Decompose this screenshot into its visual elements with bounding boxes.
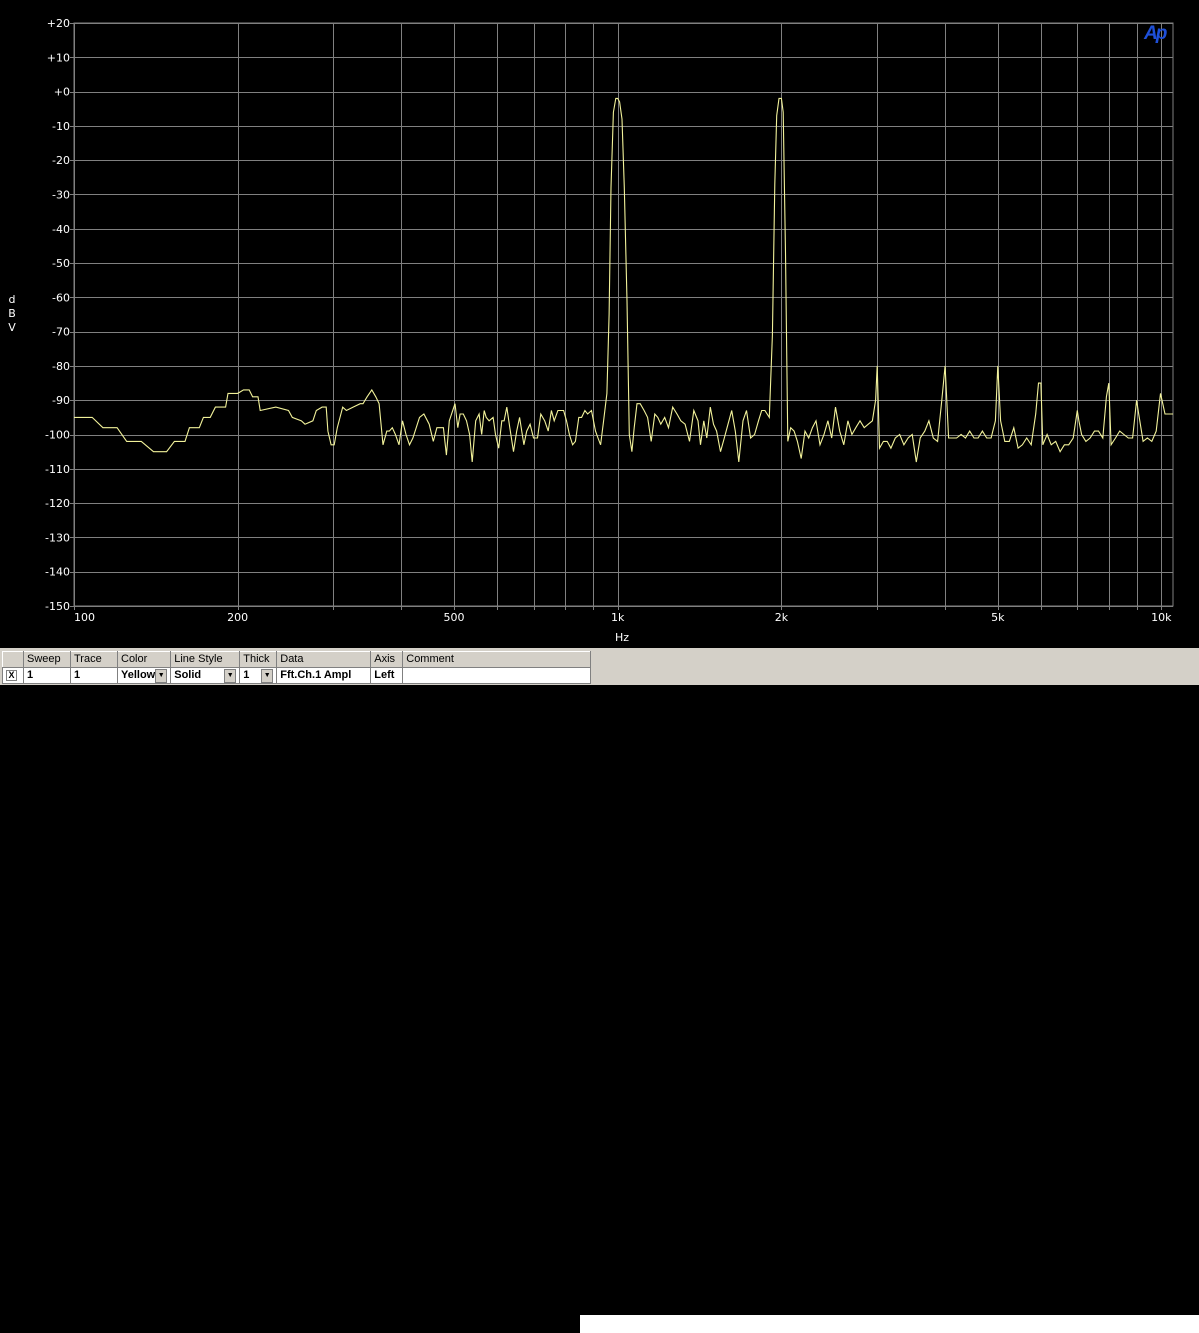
chart-area: +20 +10 +0 -10 -20 -30 -40 -50 -60 -70 -80 -90 -100 -… xyxy=(0,0,1199,648)
trace-enable-checkbox[interactable]: X xyxy=(6,670,17,681)
y-tick-label: -20 xyxy=(52,154,70,167)
x-tick-label: 100 xyxy=(74,611,95,624)
header-check-cell xyxy=(2,651,24,668)
y-tick-label: -100 xyxy=(45,429,70,442)
y-tick-label: +10 xyxy=(47,51,70,64)
y-tick-label: +0 xyxy=(54,86,70,99)
trace-cell[interactable]: 1 xyxy=(70,667,118,684)
header-trace[interactable]: Trace xyxy=(70,651,118,668)
thick-select[interactable]: 1 ▼ xyxy=(239,667,278,684)
ap-logo: Ap xyxy=(1144,23,1167,44)
y-tick-label: -70 xyxy=(52,326,70,339)
y-axis-label-d: d xyxy=(8,293,16,306)
header-thick[interactable]: Thick xyxy=(239,651,278,668)
y-tick-label: +20 xyxy=(47,17,70,30)
legend-row[interactable]: X 1 1 Yellow ▼ Solid ▼ 1 ▼ Fft.Ch.1 Ampl Le… xyxy=(2,667,592,684)
y-tick-label: -10 xyxy=(52,120,70,133)
y-axis-label-b: B xyxy=(8,307,16,320)
y-tick-label: -150 xyxy=(45,600,70,613)
color-value: Yellow xyxy=(121,669,156,681)
chevron-down-icon[interactable]: ▼ xyxy=(261,668,274,683)
line-style-select[interactable]: Solid ▼ xyxy=(170,667,241,684)
line-style-value: Solid xyxy=(174,669,202,681)
header-comment[interactable]: Comment xyxy=(402,651,592,668)
thick-value: 1 xyxy=(243,669,250,681)
y-axis-label-v: V xyxy=(8,321,16,334)
legend-header-row: Sweep Trace Color Line Style Thick Data … xyxy=(2,651,592,668)
x-tick-label: 500 xyxy=(444,611,465,624)
y-tick-label: -50 xyxy=(52,257,70,270)
x-tick-label: 1k xyxy=(611,611,625,624)
legend-table: Sweep Trace Color Line Style Thick Data … xyxy=(2,651,592,684)
header-data[interactable]: Data xyxy=(276,651,372,668)
x-tick-label: 5k xyxy=(991,611,1005,624)
comment-cell[interactable] xyxy=(402,667,592,684)
y-tick-labels: +20 +10 +0 -10 -20 -30 -40 -50 -60 -70 -80 -90 -100 -… xyxy=(45,17,70,613)
y-tick-label: -140 xyxy=(45,566,70,579)
chevron-down-icon[interactable]: ▼ xyxy=(224,668,237,683)
y-tick-label: -110 xyxy=(45,463,70,476)
y-tick-label: -130 xyxy=(45,531,70,544)
data-cell[interactable]: Fft.Ch.1 Ampl xyxy=(276,667,372,684)
y-tick-label: -90 xyxy=(52,394,70,407)
x-tick-labels: 100 200 500 1k 2k 5k 10k xyxy=(74,611,1172,624)
y-tick-label: -60 xyxy=(52,291,70,304)
header-sweep[interactable]: Sweep xyxy=(23,651,71,668)
x-tick-label: 200 xyxy=(227,611,248,624)
y-tick-label: -120 xyxy=(45,497,70,510)
header-axis[interactable]: Axis xyxy=(370,651,404,668)
y-tick-label: -40 xyxy=(52,223,70,236)
header-color[interactable]: Color xyxy=(116,651,172,668)
y-tick-label: -80 xyxy=(52,360,70,373)
x-tick-label: 2k xyxy=(775,611,789,624)
legend-panel: Sweep Trace Color Line Style Thick Data … xyxy=(0,648,1199,1333)
trace-enable-cell[interactable]: X xyxy=(2,667,24,684)
grid-lines xyxy=(70,23,1173,610)
fft-plot: +20 +10 +0 -10 -20 -30 -40 -50 -60 -70 -80 -90 -100 -… xyxy=(45,17,1174,624)
legend-empty-area xyxy=(580,1315,1199,1333)
header-line-style[interactable]: Line Style xyxy=(170,651,241,668)
sweep-cell[interactable]: 1 xyxy=(23,667,71,684)
axis-cell[interactable]: Left xyxy=(370,667,404,684)
chevron-down-icon[interactable]: ▼ xyxy=(155,668,168,683)
color-select[interactable]: Yellow ▼ xyxy=(116,667,172,684)
y-tick-label: -30 xyxy=(52,188,70,201)
x-axis-title: Hz xyxy=(614,631,630,644)
x-tick-label: 10k xyxy=(1151,611,1172,624)
